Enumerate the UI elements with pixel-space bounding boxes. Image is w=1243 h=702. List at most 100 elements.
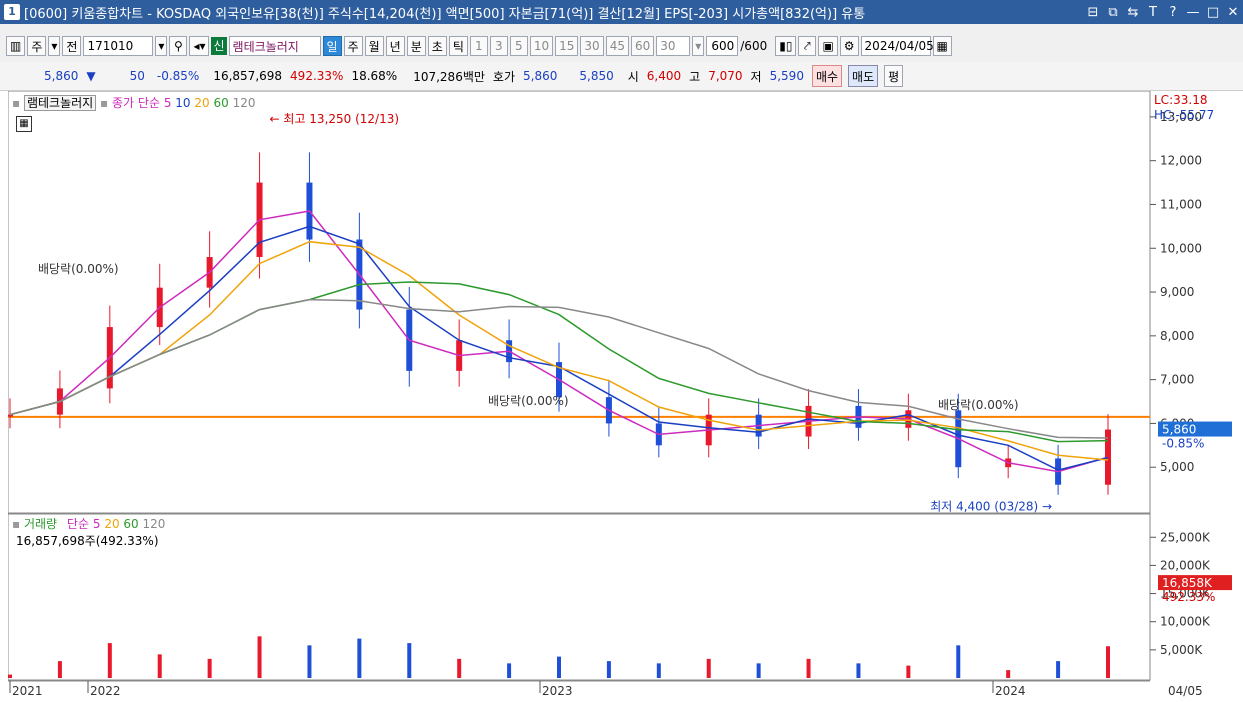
volume-bar[interactable] [407, 643, 412, 678]
interval-3[interactable]: 3 [489, 36, 508, 56]
legend-vma120: 120 [142, 517, 166, 531]
volume-bar[interactable] [1056, 661, 1061, 678]
volume-bar[interactable] [1106, 646, 1110, 678]
legend-ma20: 20 [194, 96, 210, 110]
period-year[interactable]: 년 [385, 36, 405, 56]
maximize-icon[interactable]: □ [1203, 5, 1223, 20]
search-icon[interactable]: ⚲ [169, 36, 188, 56]
font-icon[interactable]: T [1143, 5, 1163, 20]
date-input[interactable]: 2024/04/05 [860, 36, 934, 56]
count-input[interactable]: 600 [706, 36, 739, 56]
open-label: 시 [627, 69, 639, 84]
legend-ma10: 10 [175, 96, 191, 110]
volume-axis-label: 5,000K [1160, 643, 1203, 657]
open-price: 6,400 [646, 69, 682, 83]
period-select[interactable]: 주 [27, 36, 47, 56]
trade-amount: 107,286백만 [413, 69, 485, 84]
interval-input[interactable]: 30 [656, 36, 691, 56]
period-minute[interactable]: 분 [406, 36, 426, 56]
volume-bar[interactable] [507, 663, 512, 678]
volume-bar[interactable] [706, 658, 711, 678]
copy-window-icon[interactable]: ⧉ [1103, 5, 1123, 20]
dividend-marker-2: 배당락(0.00%) [488, 394, 569, 408]
volume-bar[interactable] [107, 643, 112, 678]
legend-ma120: 120 [232, 96, 256, 110]
period-dropdown-icon[interactable]: ▾ [48, 36, 61, 56]
price-volume-chart[interactable]: 5,0006,0007,0008,0009,00010,00011,00012,… [8, 91, 1243, 702]
window-titlebar: 1 [0600] 키움종합차트 - KOSDAQ 외국인보유[38(천)] 주식… [0, 0, 1243, 24]
hc-value: HC:-55.77 [1154, 108, 1215, 122]
legend-volume-name[interactable]: 거래량 [24, 517, 57, 531]
save-icon[interactable]: ▣ [818, 36, 838, 56]
buy-button[interactable]: 매수 [811, 65, 843, 87]
interval-45[interactable]: 45 [605, 36, 629, 56]
window-number[interactable]: 1 [4, 4, 20, 20]
volume-bar[interactable] [357, 638, 362, 678]
bid-price: 5,850 [579, 69, 614, 83]
volume-bar[interactable] [756, 663, 761, 678]
price-axis-label: 12,000 [1160, 154, 1202, 168]
link-icon[interactable]: ⇆ [1123, 5, 1143, 20]
high-label: 고 [689, 69, 701, 84]
interval-60[interactable]: 60 [630, 36, 655, 56]
volume-bar[interactable] [956, 645, 961, 678]
settings-gear-icon[interactable]: ⚙ [839, 36, 859, 56]
interval-dropdown-icon[interactable]: ▾ [692, 36, 705, 56]
layout-icon[interactable]: ⊟ [1083, 5, 1103, 20]
eval-button[interactable]: 평 [884, 65, 904, 87]
window-title: [0600] 키움종합차트 - KOSDAQ 외국인보유[38(천)] 주식수[… [24, 6, 866, 22]
volume-bar[interactable] [606, 661, 611, 678]
volume-bar[interactable] [457, 658, 462, 678]
low-marker: 최저 4,400 (03/28) → [930, 500, 1052, 514]
sound-icon[interactable]: ◂▾ [189, 36, 210, 56]
period-second[interactable]: 초 [427, 36, 447, 56]
volume-bar[interactable] [557, 656, 561, 678]
toolbar-row-1: ▥ 주 ▾ 전 171010 ▾ ⚲ ◂▾ 신 램테크놀러지 일 주 월 년 분… [6, 36, 952, 56]
stock-name-field[interactable]: 램테크놀러지 [228, 36, 321, 56]
volume-bar[interactable] [906, 665, 911, 678]
interval-10[interactable]: 10 [529, 36, 554, 56]
panel-toggle-icon[interactable]: ▥ [6, 36, 26, 56]
period-tick[interactable]: 틱 [448, 36, 468, 56]
legend-vma60: 60 [123, 517, 139, 531]
volume-bar[interactable] [1006, 670, 1011, 678]
legend-stock-name[interactable]: 램테크놀러지 [23, 95, 97, 111]
volume-bar[interactable] [307, 645, 312, 678]
x-axis-label: 2022 [90, 684, 121, 698]
volume-bar[interactable] [806, 658, 811, 678]
close-icon[interactable]: ✕ [1223, 5, 1243, 20]
legend-volume-ma[interactable]: 단순 [67, 517, 89, 531]
candle-type-icon[interactable]: ▮▯ [775, 36, 797, 56]
volume-bar[interactable] [257, 636, 262, 678]
interval-1[interactable]: 1 [469, 36, 488, 56]
interval-5[interactable]: 5 [509, 36, 528, 56]
high-marker: ← 최고 13,250 (12/13) [270, 112, 400, 126]
interval-15[interactable]: 15 [555, 36, 579, 56]
volume-current-badge-text: 16,858K [1162, 576, 1213, 590]
x-axis-label: 2021 [12, 684, 43, 698]
period-day[interactable]: 일 [322, 36, 342, 56]
volume-bar[interactable] [207, 658, 212, 678]
help-icon[interactable]: ? [1163, 5, 1183, 20]
calendar-icon[interactable]: ▦ [932, 36, 952, 56]
interval-30[interactable]: 30 [580, 36, 604, 56]
period-month[interactable]: 월 [364, 36, 384, 56]
count-total: /600 [740, 39, 768, 53]
draw-tool-icon[interactable]: ⤤ [798, 36, 817, 56]
volume-bar[interactable] [57, 661, 62, 678]
x-axis-current-date: 04/05 [1168, 684, 1203, 698]
prev-button[interactable]: 전 [62, 36, 82, 56]
data-table-icon[interactable]: ▦ [16, 116, 32, 132]
price-axis-label: 11,000 [1160, 197, 1202, 211]
minimize-icon[interactable]: — [1183, 5, 1203, 20]
volume-bar[interactable] [157, 654, 162, 678]
stock-code-input[interactable]: 171010 [83, 36, 154, 56]
code-dropdown-icon[interactable]: ▾ [155, 36, 168, 56]
period-week[interactable]: 주 [343, 36, 363, 56]
sell-button[interactable]: 매도 [848, 65, 879, 87]
legend-ma-label[interactable]: 종가 단순 [112, 96, 160, 110]
volume-bar[interactable] [656, 663, 661, 678]
volume-bar[interactable] [856, 663, 861, 678]
volume-bar[interactable] [8, 674, 12, 678]
volume-axis-label: 10,000K [1160, 615, 1211, 629]
